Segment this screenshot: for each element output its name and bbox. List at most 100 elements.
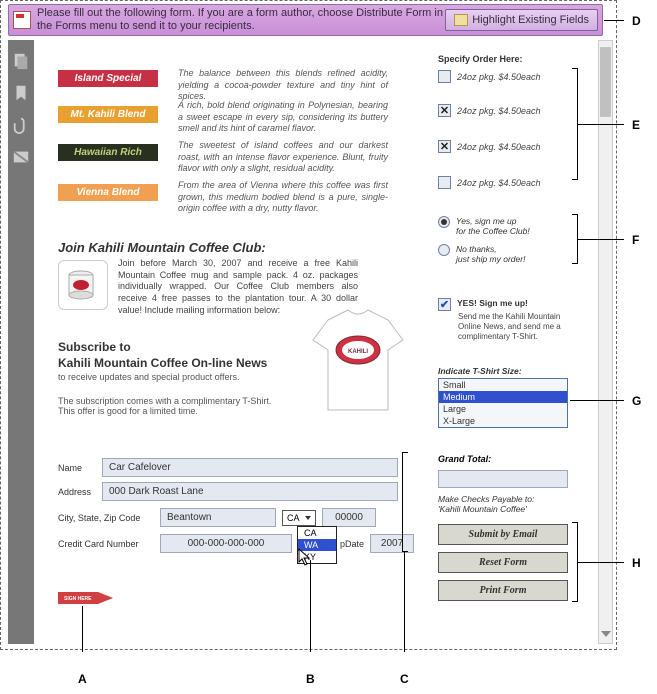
document-page: Specify Order Here: Island Special The b… — [38, 40, 596, 644]
order-price-4: 24oz pkg. $4.50each — [457, 178, 541, 188]
size-medium[interactable]: Medium — [439, 391, 567, 403]
coffee-desc-vienna: From the area of Vienna where this coffe… — [178, 180, 388, 215]
grand-total-field[interactable] — [438, 470, 568, 488]
zip-input[interactable]: 00000 — [322, 508, 376, 527]
callout-line-e — [578, 124, 624, 125]
radio-row-2: No thanks, just ship my order! — [438, 244, 525, 264]
cc-input[interactable]: 000-000-000-000 — [160, 534, 292, 553]
form-banner: Please fill out the following form. If y… — [8, 4, 603, 36]
state-opt-ca[interactable]: CA — [298, 527, 336, 539]
order-price-3: 24oz pkg. $4.50each — [457, 142, 541, 152]
reset-button[interactable]: Reset Form — [438, 552, 568, 573]
callout-e: E — [632, 118, 640, 132]
yes-body: Send me the Kahili Mountain Online News,… — [458, 312, 568, 342]
callout-line-c — [404, 552, 405, 652]
yes-signup-row: ✔ YES! Sign me up! — [438, 298, 528, 311]
order-checkbox-4[interactable] — [438, 176, 451, 189]
address-input[interactable]: 000 Dark Roast Lane — [102, 482, 398, 501]
subscribe-heading: Subscribe to Kahili Mountain Coffee On-l… — [58, 340, 267, 371]
order-checkbox-1[interactable] — [438, 70, 451, 83]
callout-line-h — [578, 562, 624, 563]
callout-line-f — [578, 239, 624, 240]
callout-b: B — [306, 672, 315, 686]
highlight-existing-fields-button[interactable]: Highlight Existing Fields — [445, 9, 598, 31]
svg-text:SIGN HERE: SIGN HERE — [64, 596, 92, 602]
order-checkbox-3[interactable]: ✕ — [438, 140, 451, 153]
callout-d: D — [632, 14, 641, 28]
radio-yes-l1: Yes, sign me up — [456, 216, 530, 226]
radio-no[interactable] — [438, 244, 450, 256]
order-row-2: ✕ 24oz pkg. $4.50each — [438, 104, 541, 117]
name-label: Name — [58, 463, 96, 473]
banner-text: Please fill out the following form. If y… — [37, 7, 445, 33]
coffee-desc-island: The balance between this blends refined … — [178, 68, 388, 103]
city-row: City, State, Zip Code Beantown CA 00000 — [58, 508, 376, 527]
specify-order-heading: Specify Order Here: — [438, 54, 523, 64]
address-row: Address 000 Dark Roast Lane — [58, 482, 398, 501]
order-row-3: ✕ 24oz pkg. $4.50each — [438, 140, 541, 153]
address-label: Address — [58, 487, 96, 497]
coffee-desc-kahili: A rich, bold blend originating in Polyne… — [178, 100, 388, 135]
radio-yes[interactable] — [438, 216, 450, 228]
coffee-label-island: Island Special — [58, 70, 158, 87]
pages-icon[interactable] — [12, 52, 30, 70]
size-large[interactable]: Large — [439, 403, 567, 415]
callout-g: G — [632, 394, 641, 408]
nav-sidebar — [8, 40, 34, 644]
radio-yes-l2: for the Coffee Club! — [456, 226, 530, 236]
radio-no-l2: just ship my order! — [456, 254, 525, 264]
bracket-c — [402, 452, 408, 552]
callout-h: H — [632, 556, 641, 570]
size-xlarge[interactable]: X-Large — [439, 415, 567, 427]
cc-row: Credit Card Number 000-000-000-000 pDate… — [58, 534, 414, 553]
signature-panel-icon[interactable] — [12, 148, 30, 166]
payable-text: Make Checks Payable to: 'Kahili Mountain… — [438, 494, 534, 514]
city-input[interactable]: Beantown — [160, 508, 276, 527]
cc-label: Credit Card Number — [58, 539, 154, 549]
svg-text:KAHILI: KAHILI — [348, 349, 368, 355]
coffee-mug-image — [58, 260, 108, 310]
name-row: Name Car Cafelover — [58, 458, 398, 477]
pdf-icon — [13, 11, 31, 29]
callout-f: F — [632, 233, 639, 247]
sign-here-tag[interactable]: SIGN HERE — [58, 592, 113, 604]
order-checkbox-2[interactable]: ✕ — [438, 104, 451, 117]
subscribe-sub: to receive updates and special product o… — [58, 372, 239, 382]
attachment-icon[interactable] — [12, 116, 30, 134]
coffee-label-kahili: Mt. Kahili Blend — [58, 106, 158, 123]
tshirt-size-list[interactable]: Small Medium Large X-Large — [438, 378, 568, 428]
callout-a: A — [78, 672, 87, 686]
state-dropdown[interactable]: CA — [282, 510, 316, 526]
order-price-1: 24oz pkg. $4.50each — [457, 72, 541, 82]
yes-checkbox[interactable]: ✔ — [438, 298, 451, 311]
coffee-desc-hawaiian: The sweetest of island coffees and our d… — [178, 140, 388, 175]
join-heading: Join Kahili Mountain Coffee Club: — [58, 240, 266, 255]
callout-line-d — [604, 20, 624, 21]
callout-c: C — [400, 672, 409, 686]
subscribe-note: The subscription comes with a compliment… — [58, 396, 271, 416]
size-small[interactable]: Small — [439, 379, 567, 391]
order-price-2: 24oz pkg. $4.50each — [457, 106, 541, 116]
callout-line-g — [570, 400, 624, 401]
tshirt-size-heading: Indicate T-Shirt Size: — [438, 366, 522, 376]
bookmark-icon[interactable] — [12, 84, 30, 102]
callout-line-b — [310, 560, 311, 652]
radio-row-1: Yes, sign me up for the Coffee Club! — [438, 216, 530, 236]
callout-line-a — [82, 606, 83, 652]
yes-head: YES! Sign me up! — [457, 298, 528, 311]
grand-total-heading: Grand Total: — [438, 454, 491, 464]
vertical-scrollbar[interactable] — [598, 40, 613, 644]
radio-no-l1: No thanks, — [456, 244, 525, 254]
exp-label: pDate — [340, 539, 364, 549]
coffee-label-vienna: Vienna Blend — [58, 184, 158, 201]
csz-label: City, State, Zip Code — [58, 513, 154, 523]
name-input[interactable]: Car Cafelover — [102, 458, 398, 477]
tshirt-image: KAHILI — [298, 300, 418, 420]
highlight-label: Highlight Existing Fields — [472, 14, 589, 26]
order-row-1: 24oz pkg. $4.50each — [438, 70, 541, 83]
submit-button[interactable]: Submit by Email — [438, 524, 568, 545]
order-row-4: 24oz pkg. $4.50each — [438, 176, 541, 189]
coffee-label-hawaiian: Hawaiian Rich — [58, 144, 158, 161]
highlight-icon — [454, 14, 468, 26]
print-button[interactable]: Print Form — [438, 580, 568, 601]
